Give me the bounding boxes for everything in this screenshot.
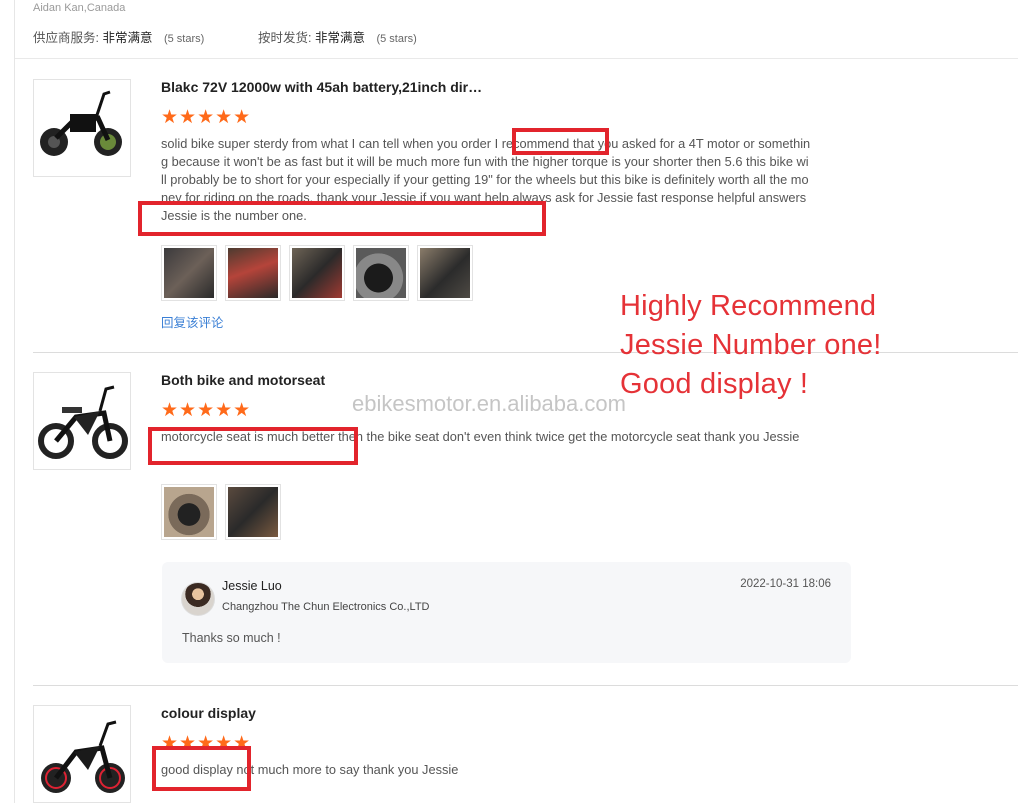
ontime-value: 非常满意 [314,31,365,45]
review-photo[interactable] [353,245,409,301]
seller-avatar [181,582,215,616]
review-photo[interactable] [161,245,217,301]
promo-annotation: Highly Recommend Jessie Number one! Good… [620,287,882,404]
seller-company: Changzhou The Chun Electronics Co.,LTD [222,601,430,613]
watermark: ebikesmotor.en.alibaba.com [352,391,626,416]
reply-message: Thanks so much ! [182,631,281,645]
highlight-box [512,128,609,155]
header-divider [15,58,1018,59]
ebike-image [40,90,122,156]
product-thumbnail[interactable] [33,372,131,470]
review-text: good display not much more to say thank … [161,762,459,777]
review-photo[interactable] [225,484,281,540]
review-photo[interactable] [161,484,217,540]
supplier-service-rating: 供应商服务: 非常满意 (5 stars) [33,27,204,46]
left-border [14,0,15,803]
reply-date: 2022-10-31 18:06 [740,578,831,590]
ebike-image [41,720,125,793]
review-product-title[interactable]: Both bike and motorseat [161,372,325,388]
review-photos [161,484,281,540]
product-thumbnail[interactable] [33,705,131,803]
review-photo[interactable] [225,245,281,301]
review-product-title[interactable]: colour display [161,705,256,721]
promo-line: Jessie Number one! [620,329,882,361]
highlight-box [152,746,251,791]
ontime-label: 按时发货: [258,31,312,45]
ontime-stars: (5 stars) [376,33,417,45]
ebike-image [38,385,128,459]
buyer-location: Aidan Kan,Canada [33,2,126,14]
seller-reply: Jessie Luo Changzhou The Chun Electronic… [162,562,851,663]
product-thumbnail[interactable] [33,79,131,177]
star-rating: ★★★★★ [161,400,252,421]
highlight-box [138,201,546,236]
review-photos [161,245,473,301]
promo-line: Highly Recommend [620,290,877,322]
review-photo[interactable] [417,245,473,301]
star-rating: ★★★★★ [161,107,252,128]
highlight-box [148,427,358,465]
ontime-shipping-rating: 按时发货: 非常满意 (5 stars) [258,27,417,46]
supplier-service-label: 供应商服务: [33,31,99,45]
seller-name: Jessie Luo [222,579,282,593]
supplier-service-value: 非常满意 [102,31,153,45]
review-product-title[interactable]: Blakc 72V 12000w with 45ah battery,21inc… [161,79,482,95]
reply-to-review-link[interactable]: 回复该评论 [161,312,224,331]
promo-line: Good display ! [620,368,809,400]
review-photo[interactable] [289,245,345,301]
supplier-service-stars: (5 stars) [163,33,205,45]
review-divider [33,685,1018,686]
